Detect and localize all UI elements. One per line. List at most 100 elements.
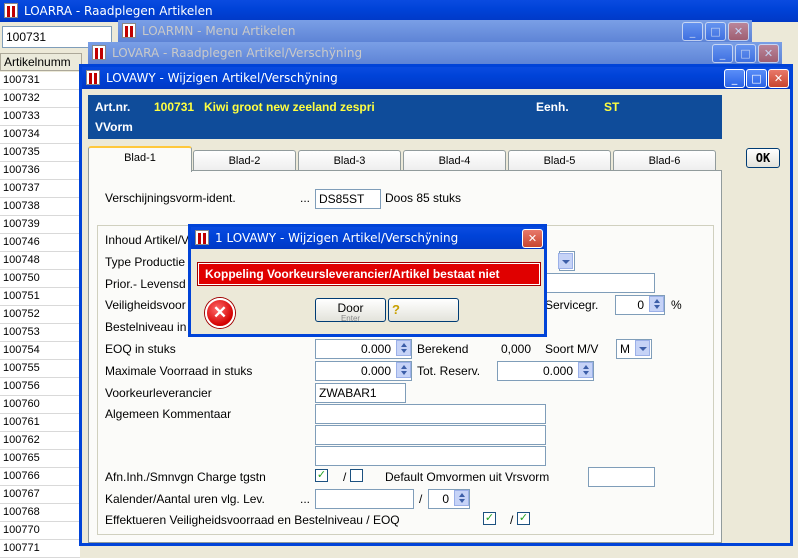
unit-value: ST bbox=[604, 100, 620, 114]
type-productie-select[interactable] bbox=[558, 251, 575, 271]
kommentaar-line-3[interactable] bbox=[315, 446, 546, 466]
list-item[interactable]: 100737 bbox=[0, 180, 80, 198]
tab-blad-3[interactable]: Blad-3 bbox=[298, 150, 401, 172]
list-item[interactable]: 100746 bbox=[0, 234, 80, 252]
kalender-input[interactable] bbox=[315, 489, 414, 509]
list-item[interactable]: 100735 bbox=[0, 144, 80, 162]
minimize-icon[interactable]: _ bbox=[682, 22, 703, 41]
list-item[interactable]: 100731 bbox=[0, 72, 80, 90]
eoq-label: EOQ in stuks bbox=[105, 342, 176, 356]
tab-blad-1[interactable]: Blad-1 bbox=[88, 146, 192, 172]
eoq-spinner[interactable] bbox=[396, 340, 411, 356]
bg-window-titlebar: LOARRA - Raadplegen Artikelen bbox=[0, 0, 798, 22]
effektueren-checkbox-2[interactable]: ✓ bbox=[517, 512, 530, 525]
bestelniveau-label: Bestelniveau in bbox=[105, 320, 187, 334]
prior-label: Prior.- Levensd bbox=[105, 277, 186, 291]
type-productie-label: Type Productie bbox=[105, 255, 186, 269]
list-item[interactable]: 100765 bbox=[0, 450, 80, 468]
kommentaar-line-1[interactable] bbox=[315, 404, 546, 424]
uren-spinner[interactable] bbox=[454, 490, 469, 506]
close-icon[interactable]: ✕ bbox=[768, 69, 789, 88]
max-voorraad-label: Maximale Voorraad in stuks bbox=[105, 364, 253, 378]
voorkeur-input[interactable]: ZWABAR1 bbox=[315, 383, 406, 403]
effektueren-separator: / bbox=[510, 513, 514, 527]
veiligheid-label: Veiligheidsvoor bbox=[105, 298, 186, 312]
vv-ident-label: Verschijningsvorm-ident. bbox=[105, 191, 236, 205]
list-item[interactable]: 100766 bbox=[0, 468, 80, 486]
main-window-titlebar: LOVAWY - Wijzigen Artikel/Verschÿning _ … bbox=[82, 67, 790, 89]
kommentaar-line-2[interactable] bbox=[315, 425, 546, 445]
inhoud-label: Inhoud Artikel/V bbox=[105, 233, 190, 247]
list-item[interactable]: 100760 bbox=[0, 396, 80, 414]
max-voorraad-spinner[interactable] bbox=[396, 362, 411, 378]
prior-input[interactable] bbox=[545, 273, 655, 293]
list-item[interactable]: 100748 bbox=[0, 252, 80, 270]
help-icon: ? bbox=[392, 302, 400, 317]
list-item[interactable]: 100770 bbox=[0, 522, 80, 540]
list-item[interactable]: 100771 bbox=[0, 540, 80, 558]
ok-button[interactable]: OK bbox=[746, 148, 780, 168]
maximize-icon[interactable]: □ bbox=[705, 22, 726, 41]
menu-window-titlebar: LOARMN - Menu Artikelen _ □ ✕ bbox=[118, 20, 752, 42]
door-sublabel: Enter bbox=[340, 314, 361, 323]
error-dialog-titlebar: 1 LOVAWY - Wijzigen Artikel/Verschÿning … bbox=[191, 227, 544, 249]
help-button[interactable]: ? bbox=[388, 298, 459, 322]
bg-window-title: LOARRA - Raadplegen Artikelen bbox=[24, 4, 213, 18]
tot-reserv-spinner[interactable] bbox=[578, 362, 593, 378]
list-item[interactable]: 100767 bbox=[0, 486, 80, 504]
error-icon: ✕ bbox=[205, 298, 235, 328]
list-item[interactable]: 100752 bbox=[0, 306, 80, 324]
door-button[interactable]: Door Enter bbox=[315, 298, 386, 323]
afn-checkbox[interactable]: ✓ bbox=[315, 469, 328, 482]
tab-blad-5[interactable]: Blad-5 bbox=[508, 150, 611, 172]
list-item[interactable]: 100736 bbox=[0, 162, 80, 180]
servicegr-spinner[interactable] bbox=[649, 296, 664, 312]
list-item[interactable]: 100739 bbox=[0, 216, 80, 234]
chevron-down-icon[interactable] bbox=[558, 253, 573, 269]
tab-blad-4[interactable]: Blad-4 bbox=[403, 150, 506, 172]
list-item[interactable]: 100751 bbox=[0, 288, 80, 306]
minimize-icon[interactable]: _ bbox=[724, 69, 745, 88]
list-item[interactable]: 100753 bbox=[0, 324, 80, 342]
list-item[interactable]: 100755 bbox=[0, 360, 80, 378]
minimize-icon[interactable]: _ bbox=[712, 44, 733, 63]
consult-window-titlebar: LOVARA - Raadplegen Artikel/Verschÿning … bbox=[88, 42, 782, 64]
app-icon bbox=[195, 230, 209, 245]
chevron-down-icon[interactable] bbox=[635, 340, 650, 356]
list-item[interactable]: 100754 bbox=[0, 342, 80, 360]
list-item[interactable]: 100738 bbox=[0, 198, 80, 216]
afn-separator: / bbox=[343, 470, 347, 484]
list-item[interactable]: 100762 bbox=[0, 432, 80, 450]
default-omvormen-input[interactable] bbox=[588, 467, 655, 487]
error-dialog-title: 1 LOVAWY - Wijzigen Artikel/Verschÿning bbox=[215, 231, 459, 245]
vv-ident-dots: ... bbox=[300, 191, 311, 205]
list-item[interactable]: 100750 bbox=[0, 270, 80, 288]
tab-blad-6[interactable]: Blad-6 bbox=[613, 150, 716, 172]
soort-label: Soort M/V bbox=[545, 342, 599, 356]
list-item[interactable]: 100734 bbox=[0, 126, 80, 144]
list-item[interactable]: 100768 bbox=[0, 504, 80, 522]
smnvgn-checkbox[interactable] bbox=[350, 469, 363, 482]
maximize-icon[interactable]: □ bbox=[746, 69, 767, 88]
app-icon bbox=[4, 3, 18, 18]
servicegr-label: Servicegr. bbox=[545, 298, 599, 312]
list-item[interactable]: 100761 bbox=[0, 414, 80, 432]
kalender-label: Kalender/Aantal uren vlg. Lev. bbox=[105, 492, 265, 506]
error-message: Koppeling Voorkeursleverancier/Artikel b… bbox=[197, 262, 541, 286]
article-column-header[interactable]: Artikelnumm bbox=[0, 53, 82, 71]
close-icon[interactable]: ✕ bbox=[758, 44, 779, 63]
article-header-band: Art.nr. 100731 Kiwi groot new zeeland ze… bbox=[88, 95, 722, 139]
berekend-value: 0,000 bbox=[501, 342, 532, 356]
consult-window: LOVARA - Raadplegen Artikel/Verschÿning … bbox=[88, 42, 782, 64]
close-icon[interactable]: ✕ bbox=[728, 22, 749, 41]
artnr-label: Art.nr. bbox=[95, 100, 131, 114]
close-icon[interactable]: ✕ bbox=[522, 229, 543, 248]
list-item[interactable]: 100756 bbox=[0, 378, 80, 396]
vv-ident-input[interactable]: DS85ST bbox=[315, 189, 381, 209]
tab-blad-2[interactable]: Blad-2 bbox=[193, 150, 296, 172]
list-item[interactable]: 100733 bbox=[0, 108, 80, 126]
consult-window-title: LOVARA - Raadplegen Artikel/Verschÿning bbox=[112, 46, 363, 60]
list-item[interactable]: 100732 bbox=[0, 90, 80, 108]
maximize-icon[interactable]: □ bbox=[735, 44, 756, 63]
effektueren-checkbox-1[interactable]: ✓ bbox=[483, 512, 496, 525]
